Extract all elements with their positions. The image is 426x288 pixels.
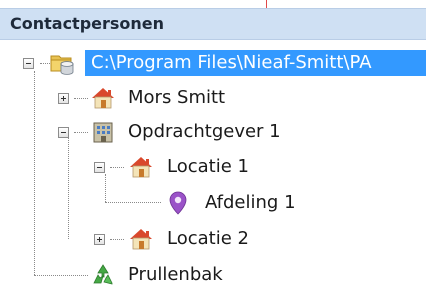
tree-connector	[110, 167, 124, 168]
tree-connector	[34, 275, 88, 276]
expand-toggle-locatie-2[interactable]	[94, 234, 105, 245]
house-icon	[128, 226, 154, 252]
tree-connector	[110, 239, 124, 240]
tree-item-mors-smitt[interactable]: Mors Smitt	[128, 86, 225, 110]
top-edge-marker	[266, 0, 267, 8]
expand-toggle-mors-smitt[interactable]	[58, 93, 69, 104]
house-icon	[90, 85, 116, 111]
tree-connector	[74, 98, 88, 99]
tree-connector	[105, 202, 161, 203]
tree-item-prullenbak[interactable]: Prullenbak	[128, 263, 223, 287]
recycle-bin-icon	[90, 262, 116, 288]
tree-item-opdrachtgever-1[interactable]: Opdrachtgever 1	[128, 120, 281, 144]
tree-connector	[105, 174, 106, 202]
panel-header: Contactpersonen	[0, 8, 426, 40]
collapse-toggle-locatie-1[interactable]	[94, 162, 105, 173]
tree-connector	[68, 138, 69, 239]
panel-title: Contactpersonen	[10, 14, 165, 33]
tree-connector	[74, 132, 88, 133]
collapse-toggle-root[interactable]	[23, 58, 34, 69]
database-folder-icon	[49, 50, 75, 76]
contact-tree[interactable]: C:\Program Files\Nieaf-Smitt\PA Mors Smi…	[0, 40, 426, 287]
location-pin-icon	[165, 190, 191, 216]
tree-connector	[34, 71, 35, 275]
collapse-toggle-opdrachtgever-1[interactable]	[58, 127, 69, 138]
tree-item-locatie-1[interactable]: Locatie 1	[167, 155, 249, 179]
building-icon	[90, 119, 116, 145]
tree-item-afdeling-1[interactable]: Afdeling 1	[205, 191, 296, 215]
house-icon	[128, 154, 154, 180]
tree-item-locatie-2[interactable]: Locatie 2	[167, 227, 249, 251]
tree-item-root[interactable]: C:\Program Files\Nieaf-Smitt\PA	[85, 50, 426, 76]
